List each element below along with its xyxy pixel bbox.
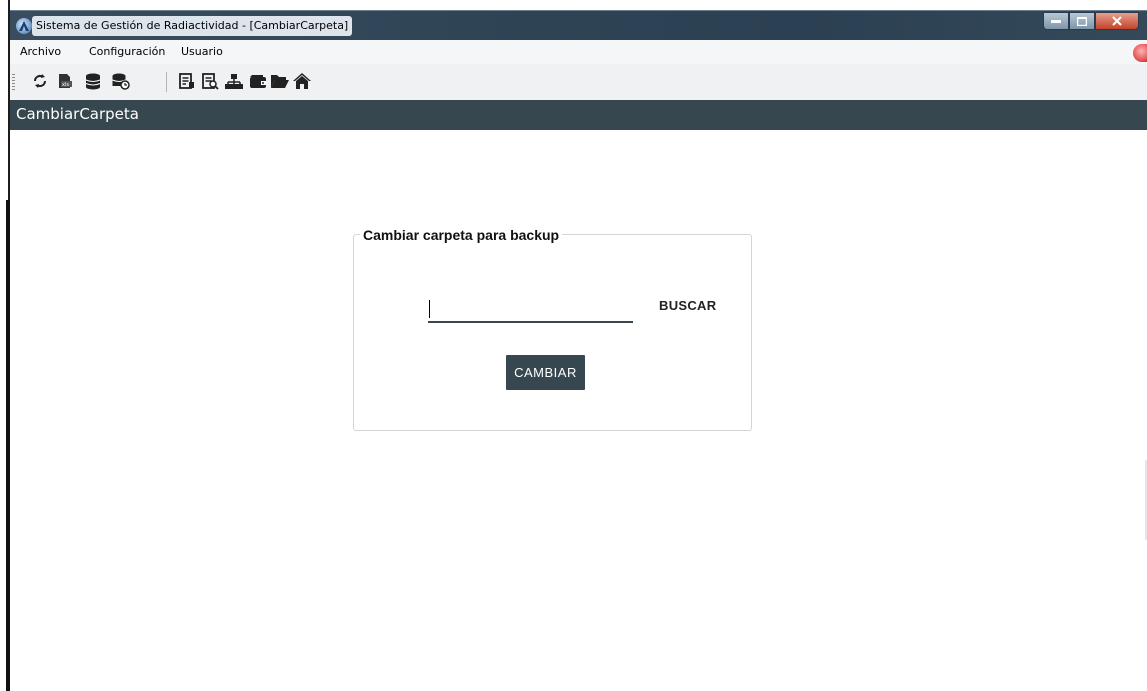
toolbar-grip	[12, 74, 15, 92]
toolbar: xls	[10, 64, 1147, 100]
groupbox-legend: Cambiar carpeta para backup	[360, 227, 563, 243]
window-left-edge	[0, 0, 10, 691]
title-box: Sistema de Gestión de Radiactividad - [C…	[32, 16, 353, 36]
refresh-icon	[34, 74, 46, 88]
folder-path-input[interactable]	[428, 297, 633, 321]
menu-configuracion[interactable]: Configuración	[89, 40, 165, 64]
minimize-button[interactable]	[1043, 12, 1069, 30]
folder-open-icon	[271, 75, 289, 88]
close-icon	[1112, 16, 1122, 26]
menu-archivo[interactable]: Archivo	[20, 40, 61, 64]
menu-bar: Archivo Configuración Usuario	[10, 40, 1147, 64]
database-icon	[85, 73, 101, 90]
form-header: CambiarCarpeta	[10, 100, 1147, 130]
toolbar-separator	[166, 72, 167, 92]
window-title: Sistema de Gestión de Radiactividad - [C…	[36, 19, 349, 32]
maximize-button[interactable]	[1069, 12, 1095, 30]
cambiar-button[interactable]: CAMBIAR	[506, 355, 585, 390]
refresh-button[interactable]	[30, 70, 50, 92]
export-xls-button[interactable]: xls	[55, 70, 75, 92]
window-controls	[1043, 12, 1139, 31]
home-icon	[293, 73, 311, 89]
close-button[interactable]	[1095, 12, 1139, 30]
menu-usuario[interactable]: Usuario	[181, 40, 223, 64]
text-caret	[429, 300, 430, 318]
maximize-icon	[1077, 16, 1087, 26]
report-icon	[179, 73, 194, 89]
home-button[interactable]	[292, 70, 312, 92]
database-restore-icon	[112, 73, 130, 90]
wallet-icon	[250, 75, 266, 88]
network-button[interactable]	[224, 70, 244, 92]
status-orb-icon	[1133, 44, 1147, 62]
backup-folder-groupbox: Cambiar carpeta para backup BUSCAR CAMBI…	[353, 227, 752, 431]
wallet-button[interactable]	[248, 70, 268, 92]
database-restore-button[interactable]	[111, 70, 131, 92]
minimize-icon	[1051, 20, 1061, 23]
database-button[interactable]	[83, 70, 103, 92]
app-icon	[16, 18, 32, 34]
report-button[interactable]	[177, 70, 197, 92]
svg-text:xls: xls	[62, 82, 69, 88]
network-icon	[225, 74, 243, 89]
report-search-button[interactable]	[200, 70, 220, 92]
form-title: CambiarCarpeta	[16, 105, 139, 123]
xls-export-icon: xls	[59, 74, 72, 88]
folder-open-button[interactable]	[270, 70, 290, 92]
folder-path-field[interactable]	[428, 297, 633, 323]
report-search-icon	[202, 73, 219, 90]
title-bar: Sistema de Gestión de Radiactividad - [C…	[10, 10, 1147, 40]
buscar-button[interactable]: BUSCAR	[659, 298, 716, 313]
